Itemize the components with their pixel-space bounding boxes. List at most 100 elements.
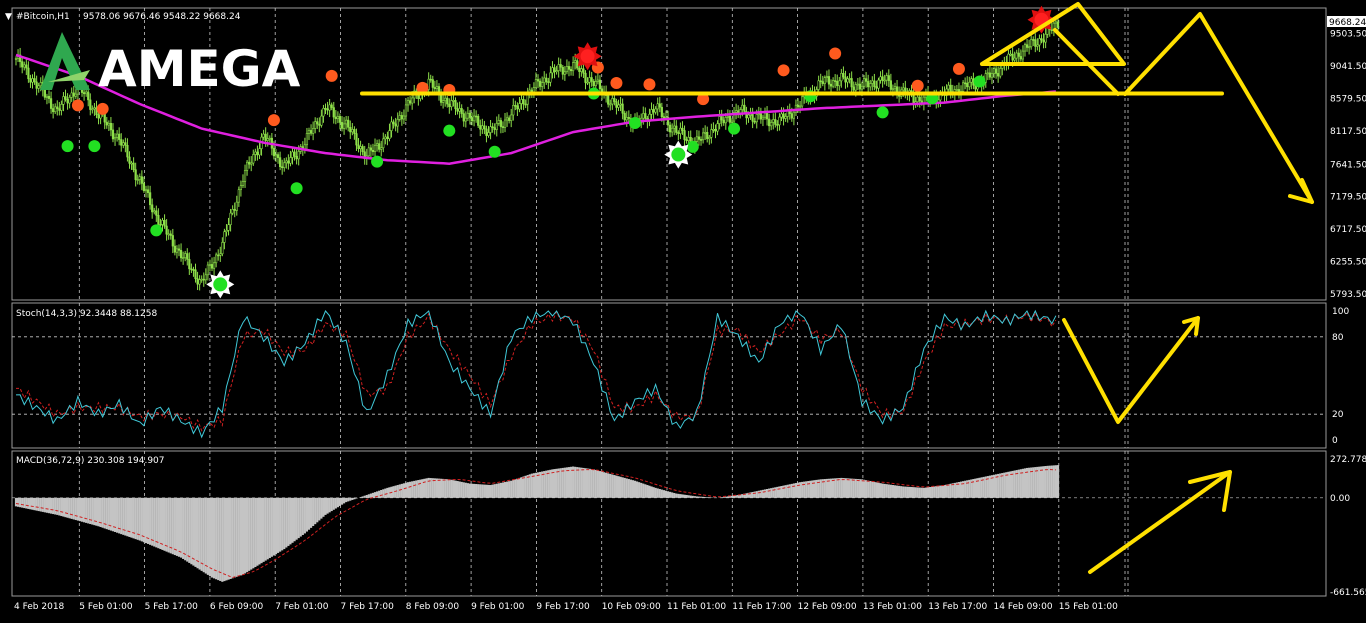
macd-hist-bar <box>501 482 505 498</box>
candle-body <box>470 117 474 122</box>
candle-body <box>1019 56 1022 60</box>
macd-hist-bar <box>697 496 701 498</box>
macd-hist-bar <box>528 474 531 498</box>
candle-body <box>245 161 249 171</box>
candle-body <box>450 100 453 108</box>
candle-body <box>113 137 117 140</box>
candle-body <box>196 278 199 285</box>
macd-hist-bar <box>404 482 408 498</box>
candle-body <box>233 209 236 211</box>
candle-body <box>85 91 88 95</box>
x-tick-label: 9 Feb 01:00 <box>471 602 525 612</box>
candle-body <box>384 136 387 140</box>
macd-hist-bar <box>516 478 519 498</box>
candle-body <box>1028 46 1031 49</box>
macd-hist-bar <box>941 485 944 498</box>
candle-body <box>124 142 127 146</box>
candle-body <box>258 148 261 156</box>
macd-hist-bar <box>765 489 769 498</box>
macd-hist-bar <box>281 497 284 551</box>
candle-body <box>91 108 94 111</box>
stoch-y-tick: 100 <box>1332 307 1349 317</box>
macd-hist-bar <box>52 497 55 515</box>
symbol-dropdown-icon[interactable]: ▼ <box>5 12 12 22</box>
candle-body <box>718 116 721 124</box>
macd-hist-bar <box>243 497 247 574</box>
macd-hist-bar <box>549 469 552 498</box>
candle-body <box>324 108 327 110</box>
macd-hist-bar <box>693 496 696 498</box>
candle-body <box>992 68 996 74</box>
candle-body <box>1036 44 1039 47</box>
candle-body <box>340 122 344 129</box>
candle-body <box>565 66 569 73</box>
macd-hist-bar <box>945 484 948 498</box>
candle-body <box>272 147 276 157</box>
macd-hist-bar <box>755 491 758 498</box>
macd-hist-bar <box>497 483 500 498</box>
macd-hist-bar <box>633 480 637 498</box>
candle-body <box>396 119 399 127</box>
macd-hist-bar <box>543 471 546 498</box>
candle-body <box>200 278 203 281</box>
x-tick-label: 5 Feb 17:00 <box>145 602 199 612</box>
candle-body <box>309 130 313 134</box>
candle-body <box>615 101 618 108</box>
candle-body <box>582 68 585 74</box>
macd-hist-bar <box>994 474 998 498</box>
macd-hist-bar <box>169 497 172 554</box>
candle-body <box>462 113 465 122</box>
macd-hist-bar <box>25 497 28 509</box>
macd-hist-bar <box>159 497 162 550</box>
macd-hist-bar <box>499 482 502 498</box>
candle-body <box>159 224 162 226</box>
candle-body <box>768 118 771 127</box>
macd-hist-bar <box>483 484 486 498</box>
macd-hist-bar <box>584 468 587 498</box>
macd-hist-bar <box>487 484 490 498</box>
sell-signal-dot <box>610 76 623 89</box>
candle-body <box>860 85 864 90</box>
candle-body <box>675 125 678 133</box>
macd-hist-bar <box>786 484 789 498</box>
candle-body <box>338 116 342 123</box>
candle-body <box>231 209 234 214</box>
candle-body <box>796 104 800 108</box>
macd-hist-bar <box>173 497 176 556</box>
macd-hist-bar <box>951 483 954 498</box>
macd-hist-bar <box>217 497 220 581</box>
macd-hist-bar <box>619 476 622 498</box>
candle-body <box>1034 39 1037 47</box>
candle-body <box>673 125 676 129</box>
macd-hist-bar <box>625 478 628 498</box>
candle-body <box>223 231 226 243</box>
macd-hist-bar <box>875 482 878 498</box>
macd-hist-bar <box>708 497 711 498</box>
candle-body <box>93 107 96 110</box>
trading-chart[interactable]: 4 Feb 2018 5 Feb 01:00 5 Feb 17:00 6 Feb 09… <box>0 0 1366 623</box>
candle-body <box>916 96 919 102</box>
macd-hist-bar <box>439 478 443 498</box>
macd-hist-bar <box>572 466 575 498</box>
candle-body <box>49 98 53 109</box>
macd-hist-bar <box>631 480 635 498</box>
macd-hist-bar <box>378 490 381 498</box>
candle-body <box>479 125 482 130</box>
macd-hist-bar <box>66 497 69 518</box>
candle-body <box>966 82 969 88</box>
macd-hist-bar <box>324 497 327 515</box>
candle-body <box>1054 21 1058 24</box>
macd-hist-bar <box>256 497 259 566</box>
macd-hist-bar <box>617 476 620 498</box>
candle-body <box>495 123 498 130</box>
candle-body <box>842 73 845 78</box>
macd-hist-bar <box>312 497 315 527</box>
sell-signal-dot <box>643 78 656 91</box>
macd-hist-bar <box>660 489 663 498</box>
macd-hist-bar <box>142 497 146 543</box>
macd-hist-bar <box>912 487 915 498</box>
macd-hist-bar <box>1042 466 1045 498</box>
macd-hist-bar <box>270 497 273 557</box>
macd-hist-bar <box>900 486 903 498</box>
candle-body <box>21 61 24 68</box>
